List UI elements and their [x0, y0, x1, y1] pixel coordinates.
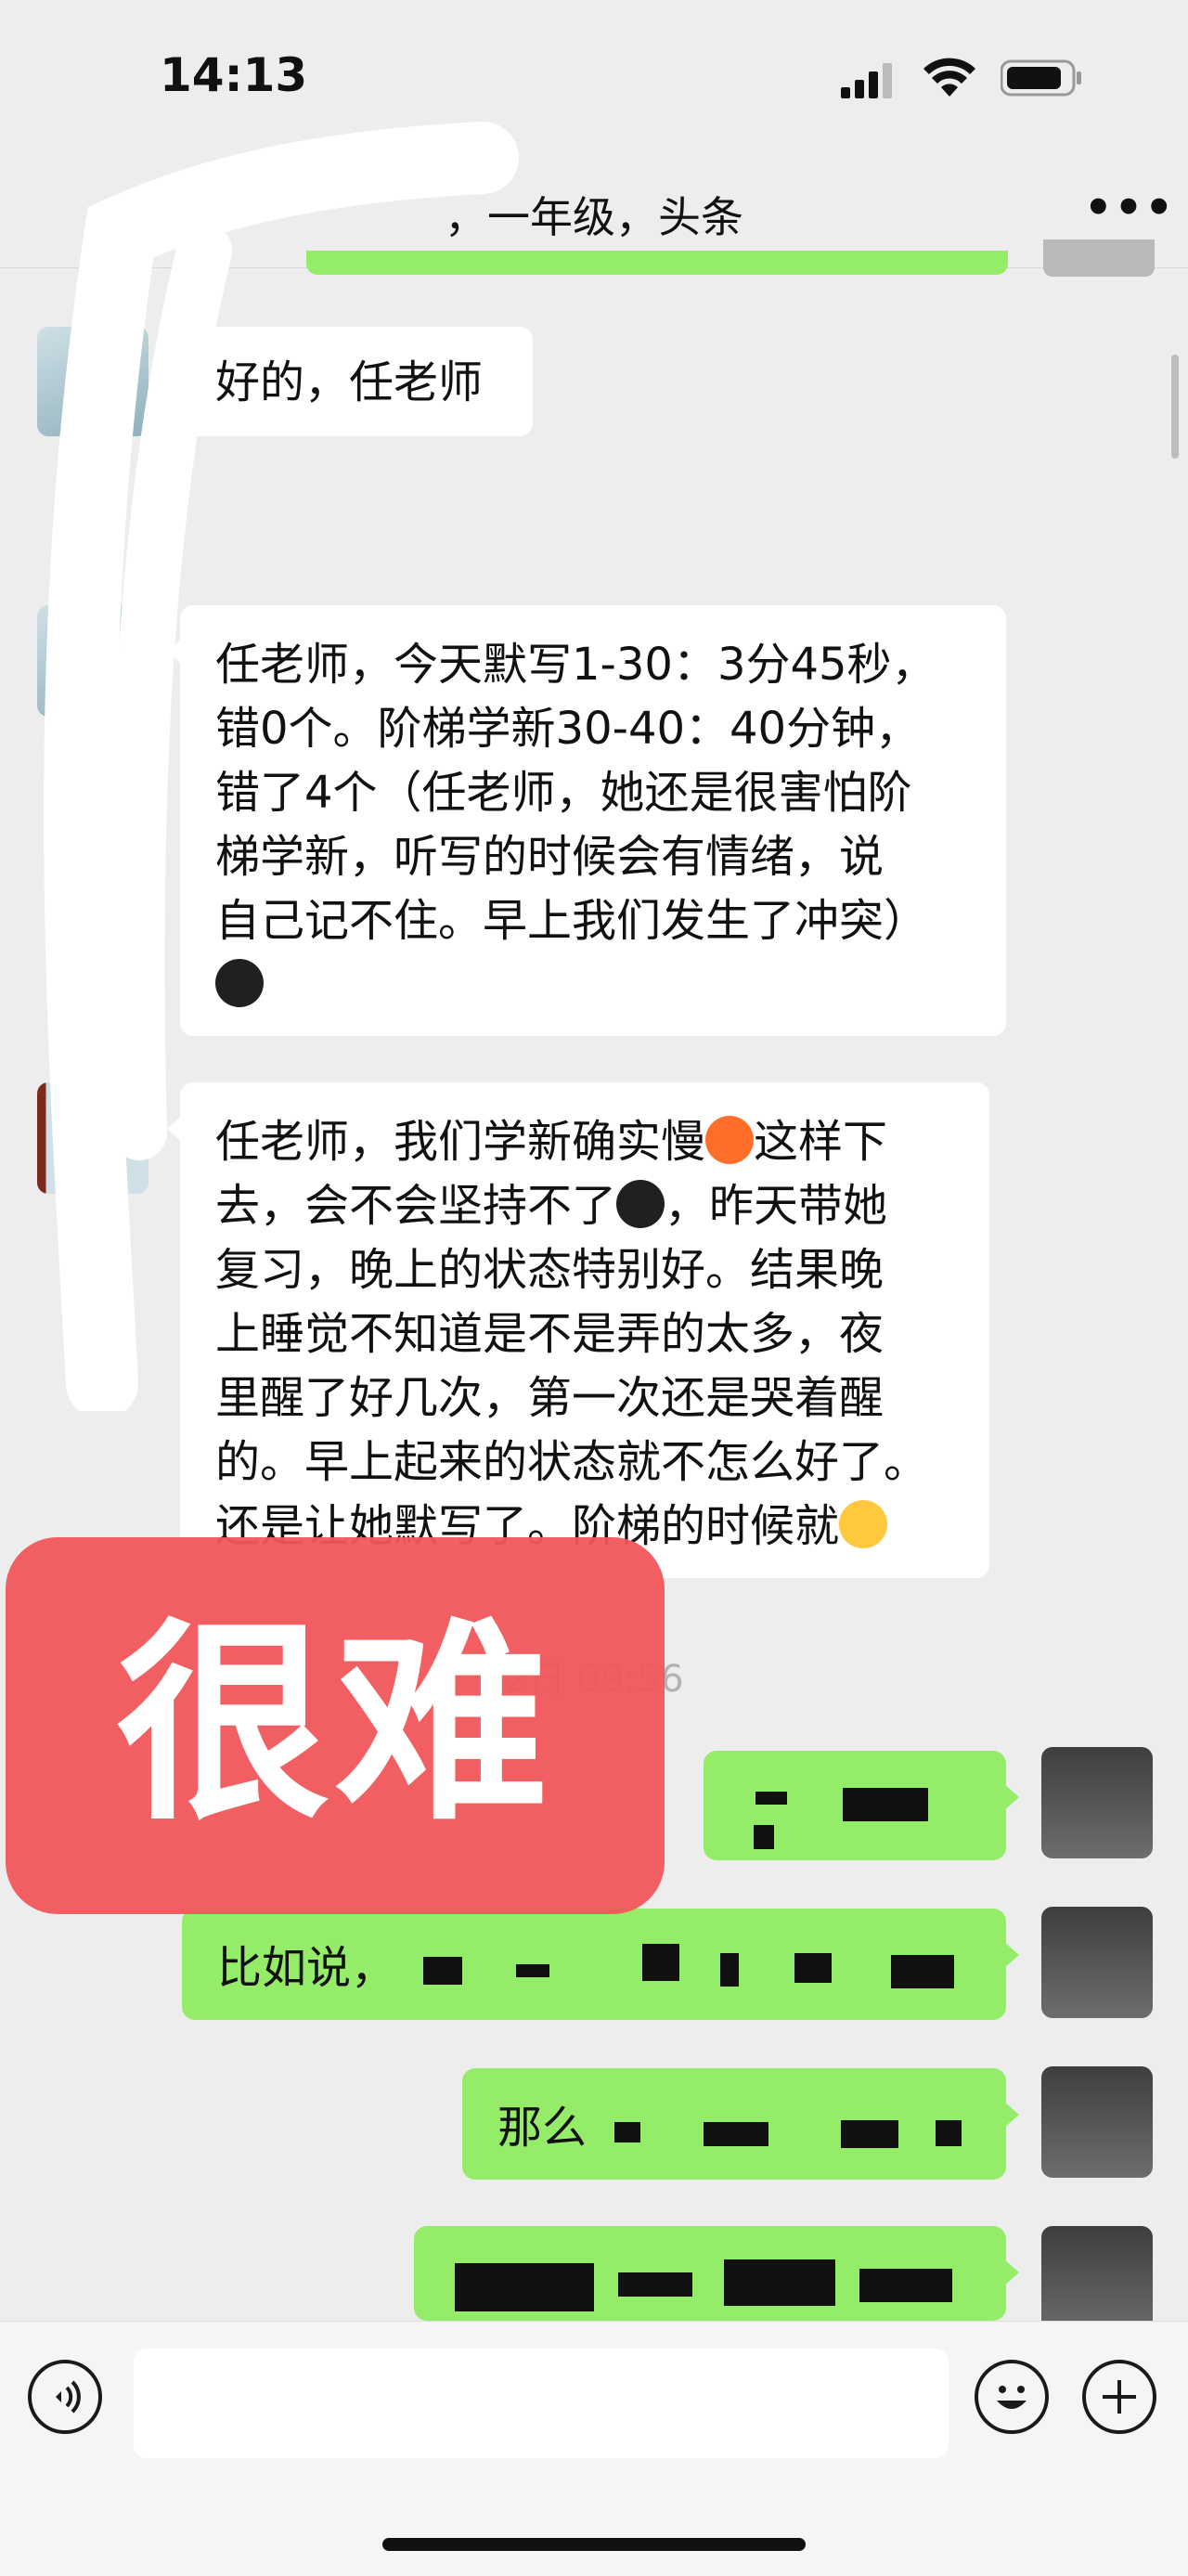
smiley-icon[interactable] — [975, 2360, 1049, 2434]
message-text: 那么 — [497, 2102, 588, 2154]
angry-face-icon — [705, 1116, 755, 1164]
message-input[interactable] — [134, 2349, 949, 2458]
wifi-icon — [923, 58, 975, 97]
scrollbar[interactable] — [1171, 355, 1179, 459]
my-message-bubble[interactable] — [704, 1751, 1019, 1860]
my-avatar[interactable] — [1041, 1747, 1153, 1858]
cellular-signal-icon — [841, 63, 892, 98]
my-message-bubble[interactable] — [414, 2226, 1019, 2321]
battery-icon — [1001, 59, 1081, 97]
my-avatar[interactable] — [1041, 2066, 1153, 2178]
more-dots-icon[interactable]: ••• — [1084, 182, 1175, 234]
message-text: ，昨天带她 — [665, 1180, 888, 1232]
tears-of-joy-icon — [839, 1500, 888, 1548]
home-indicator[interactable] — [382, 2538, 806, 2551]
my-message-bubble[interactable]: 那么 — [462, 2068, 1019, 2180]
voice-icon[interactable] — [28, 2360, 102, 2434]
my-message-bubble[interactable]: 比如说， — [182, 1909, 1019, 2020]
my-avatar[interactable] — [1041, 1907, 1153, 2018]
crying-face-icon — [616, 1180, 665, 1228]
doodle-overlay — [44, 122, 519, 1411]
previous-avatar-edge — [1043, 239, 1155, 277]
message-text: 比如说， — [217, 1942, 396, 1994]
sticker-text: 很难 — [115, 1601, 554, 1849]
status-time: 14:13 — [160, 48, 308, 102]
plus-icon[interactable] — [1082, 2360, 1156, 2434]
message-text: 这样下 — [754, 1116, 888, 1168]
